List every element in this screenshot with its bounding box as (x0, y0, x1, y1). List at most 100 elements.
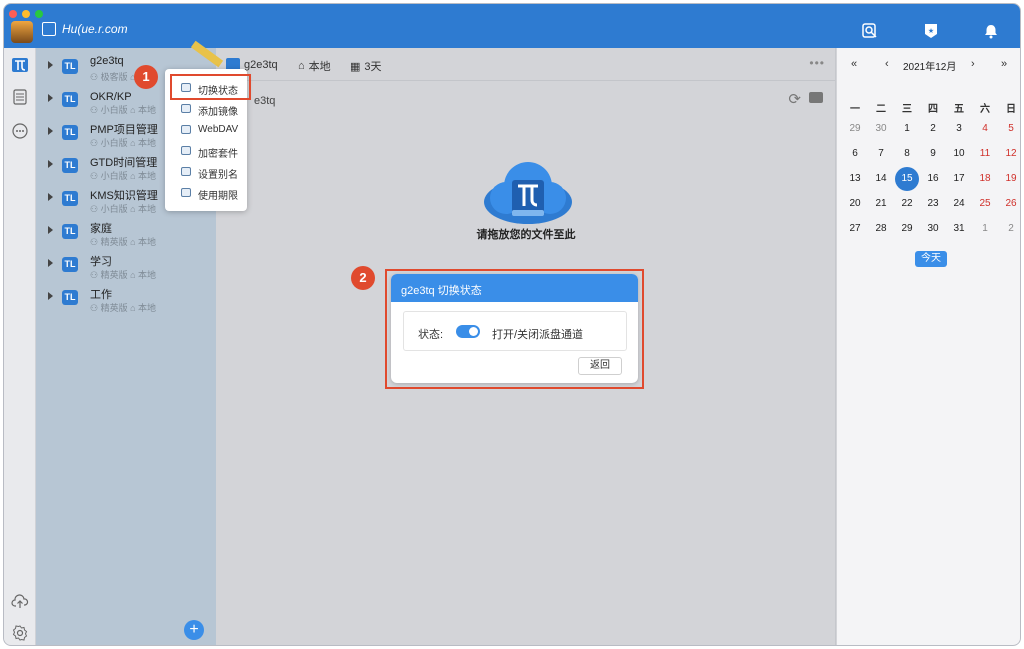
menu-item-set-alias[interactable]: 设置别名 (165, 162, 247, 182)
vault-meta: ⚇ 精英版 ⌂ 本地 (90, 303, 157, 313)
close-window-button[interactable] (9, 10, 17, 18)
calendar-day[interactable]: 8 (895, 142, 919, 166)
calendar-day[interactable]: 17 (947, 167, 971, 191)
notification-bell-icon[interactable] (982, 22, 1000, 40)
cloud-drive-icon (484, 162, 572, 224)
back-button[interactable]: 返回 (578, 357, 622, 375)
today-button[interactable]: 今天 (915, 251, 947, 267)
calendar-day[interactable]: 15 (895, 167, 919, 191)
edition-icon: ⚇ (90, 171, 99, 181)
calendar-day[interactable]: 1 (895, 117, 919, 141)
calendar-day[interactable]: 3 (947, 117, 971, 141)
weekday-label: 日 (1006, 104, 1016, 115)
weekday-label: 一 (850, 104, 860, 115)
calendar-day[interactable]: 20 (843, 192, 867, 216)
expand-arrow-icon[interactable] (48, 160, 53, 168)
calendar-day[interactable]: 16 (921, 167, 945, 191)
vault-icon: TL (62, 59, 78, 74)
prev-month-button[interactable]: ‹ (885, 58, 889, 70)
calendar-day[interactable]: 12 (999, 142, 1020, 166)
calendar-day[interactable]: 29 (895, 217, 919, 241)
vault-meta: ⚇ 小白版 ⌂ 本地 (90, 138, 157, 148)
channel-toggle[interactable] (456, 325, 480, 338)
vault-name: g2e3tq (90, 55, 124, 67)
vault-nav-icon[interactable] (11, 56, 29, 74)
menu-item-usage-period[interactable]: 使用期限 (165, 183, 247, 203)
prev-year-button[interactable]: « (851, 58, 857, 70)
minimize-window-button[interactable] (22, 10, 30, 18)
calendar-day[interactable]: 26 (999, 192, 1020, 216)
calendar-day[interactable]: 25 (973, 192, 997, 216)
menu-item-encryption-suite[interactable]: 加密套件 (165, 141, 247, 161)
calendar-day[interactable]: 28 (869, 217, 893, 241)
cloud-upload-icon[interactable] (11, 592, 29, 610)
calendar-day[interactable]: 2 (921, 117, 945, 141)
add-vault-button[interactable]: + (184, 620, 204, 640)
calendar-day[interactable]: 29 (843, 117, 867, 141)
calendar-day[interactable]: 6 (843, 142, 867, 166)
expand-arrow-icon[interactable] (48, 193, 53, 201)
calendar-day[interactable]: 21 (869, 192, 893, 216)
svg-text:★: ★ (928, 27, 934, 35)
calendar-day[interactable]: 2 (999, 217, 1020, 241)
brand-logo: Hu(ue.r.com (42, 22, 128, 36)
menu-item-add-mirror[interactable]: 添加镜像 (165, 99, 247, 119)
expand-arrow-icon[interactable] (48, 94, 53, 102)
calendar-panel: « ‹ 2021年12月 › » 一二三四五六日 29 30 1 2 3 4 5 6 7 8 9 10 1… (837, 48, 1020, 645)
title-bar: Hu(ue.r.com ★ (4, 4, 1020, 48)
vault-icon: TL (62, 158, 78, 173)
vault-item[interactable]: TL 学习 ⚇ 精英版 ⌂ 本地 (36, 251, 216, 284)
search-icon[interactable] (861, 22, 879, 40)
calendar-day[interactable]: 7 (869, 142, 893, 166)
calendar-day[interactable]: 11 (973, 142, 997, 166)
calendar-day[interactable]: 22 (895, 192, 919, 216)
vault-name: 家庭 (90, 223, 112, 235)
calendar-day[interactable]: 30 (921, 217, 945, 241)
status-row: 状态: 打开/关闭派盘通道 (403, 311, 627, 351)
new-folder-icon[interactable] (809, 92, 823, 103)
calendar-day[interactable]: 19 (999, 167, 1020, 191)
badge-icon[interactable]: ★ (922, 22, 940, 40)
refresh-icon[interactable]: ⟳ (788, 90, 801, 108)
toggle-status-dialog: g2e3tq 切换状态 状态: 打开/关闭派盘通道 返回 (391, 274, 638, 383)
edition-icon: ⚇ (90, 138, 99, 148)
next-month-button[interactable]: › (971, 58, 975, 70)
expand-arrow-icon[interactable] (48, 127, 53, 135)
calendar-day[interactable]: 31 (947, 217, 971, 241)
expand-arrow-icon[interactable] (48, 61, 53, 69)
calendar-day[interactable]: 18 (973, 167, 997, 191)
calendar-day[interactable]: 13 (843, 167, 867, 191)
vault-item[interactable]: TL 工作 ⚇ 精英版 ⌂ 本地 (36, 284, 216, 317)
dialog-title: g2e3tq 切换状态 (391, 274, 638, 302)
chat-icon[interactable] (11, 122, 29, 140)
calendar-day[interactable]: 4 (973, 117, 997, 141)
edition-icon: ⚇ (90, 204, 99, 214)
calendar-day[interactable]: 27 (843, 217, 867, 241)
calendar-day[interactable]: 14 (869, 167, 893, 191)
calendar-day[interactable]: 23 (921, 192, 945, 216)
current-path: e3tq (254, 95, 276, 107)
step-badge-2: 2 (351, 266, 375, 290)
crumb-location: ⌂ 本地 (298, 58, 331, 74)
weekday-label: 六 (980, 104, 990, 115)
menu-item-webdav[interactable]: WebDAV (165, 120, 247, 140)
vault-meta: ⚇ 精英版 ⌂ 本地 (90, 270, 157, 280)
vault-item[interactable]: TL 家庭 ⚇ 精英版 ⌂ 本地 (36, 218, 216, 251)
calendar-day[interactable]: 10 (947, 142, 971, 166)
calendar-day[interactable]: 1 (973, 217, 997, 241)
expand-arrow-icon[interactable] (48, 259, 53, 267)
crumb-days-label: 3天 (364, 61, 382, 73)
calendar-day[interactable]: 30 (869, 117, 893, 141)
settings-gear-icon[interactable] (11, 624, 29, 642)
expand-arrow-icon[interactable] (48, 292, 53, 300)
vault-icon: TL (62, 224, 78, 239)
calendar-day[interactable]: 24 (947, 192, 971, 216)
expand-arrow-icon[interactable] (48, 226, 53, 234)
calendar-day[interactable]: 9 (921, 142, 945, 166)
database-icon[interactable] (11, 88, 29, 106)
divider (216, 80, 835, 81)
zoom-window-button[interactable] (35, 10, 43, 18)
next-year-button[interactable]: » (1001, 58, 1007, 70)
more-options-button[interactable]: ••• (809, 56, 825, 70)
calendar-day[interactable]: 5 (999, 117, 1020, 141)
